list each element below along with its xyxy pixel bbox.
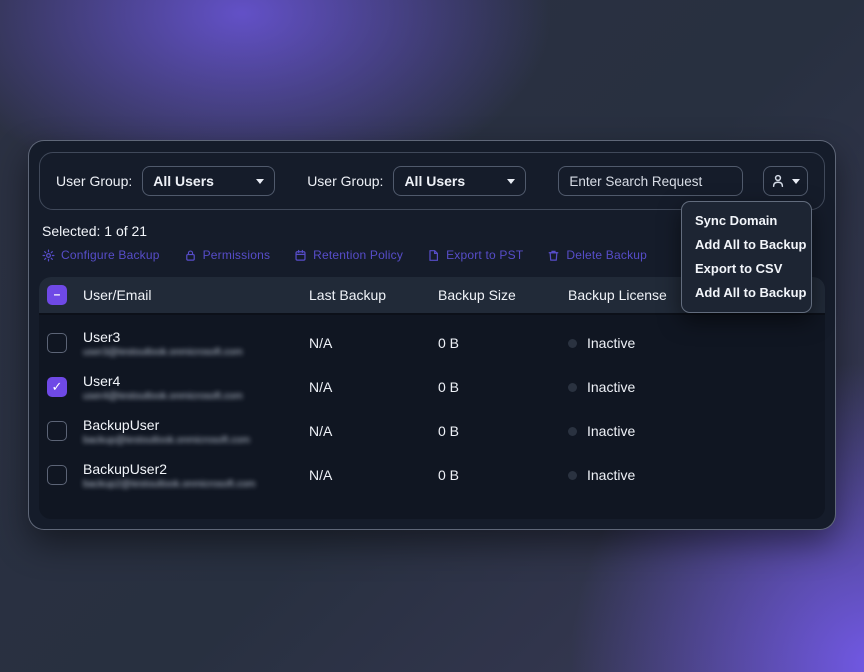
- user-menu-button[interactable]: [763, 166, 808, 196]
- user-group-label-1: User Group:: [56, 173, 132, 189]
- permissions-label: Permissions: [203, 248, 271, 262]
- search-box: [558, 166, 742, 196]
- users-table: User/Email Last Backup Backup Size Backu…: [39, 277, 825, 519]
- configure-backup-button[interactable]: Configure Backup: [42, 248, 160, 262]
- last-backup-value: N/A: [309, 467, 438, 483]
- user-group-select-1-value: All Users: [153, 173, 256, 189]
- chevron-down-icon: [507, 179, 515, 184]
- retention-policy-label: Retention Policy: [313, 248, 403, 262]
- last-backup-value: N/A: [309, 379, 438, 395]
- user-email-blurred: user3@testoutlook.onmicrosoft.com: [83, 347, 293, 358]
- user-email-blurred: backup2@testoutlook.onmicrosoft.com: [83, 479, 293, 490]
- status-dot: [568, 471, 577, 480]
- configure-backup-label: Configure Backup: [61, 248, 160, 262]
- status-dot: [568, 427, 577, 436]
- user-name: BackupUser2: [83, 461, 309, 477]
- chevron-down-icon: [792, 179, 800, 184]
- table-row[interactable]: User4 user4@testoutlook.onmicrosoft.com …: [39, 365, 825, 409]
- user-group-select-2-value: All Users: [404, 173, 507, 189]
- backup-size-value: 0 B: [438, 467, 568, 483]
- permissions-button[interactable]: Permissions: [184, 248, 271, 262]
- row-checkbox[interactable]: [47, 465, 67, 485]
- user-group-select-2[interactable]: All Users: [393, 166, 526, 196]
- lock-icon: [184, 249, 197, 262]
- user-name: User3: [83, 329, 309, 345]
- user-email-blurred: user4@testoutlook.onmicrosoft.com: [83, 391, 293, 402]
- trash-icon: [547, 249, 560, 262]
- backup-size-value: 0 B: [438, 335, 568, 351]
- user-name: BackupUser: [83, 417, 309, 433]
- row-checkbox[interactable]: [47, 421, 67, 441]
- menu-item-add-all-to-backup-2[interactable]: Add All to Backup: [682, 281, 811, 305]
- table-row[interactable]: BackupUser backup@testoutlook.onmicrosof…: [39, 409, 825, 453]
- select-all-checkbox[interactable]: [47, 285, 67, 305]
- delete-backup-button[interactable]: Delete Backup: [547, 248, 647, 262]
- status-dot: [568, 339, 577, 348]
- license-status: Inactive: [587, 467, 635, 483]
- backup-users-panel: User Group: All Users User Group: All Us…: [28, 140, 836, 530]
- user-group-select-1[interactable]: All Users: [142, 166, 275, 196]
- user-icon: [770, 173, 786, 189]
- license-status: Inactive: [587, 379, 635, 395]
- retention-policy-button[interactable]: Retention Policy: [294, 248, 403, 262]
- user-group-label-2: User Group:: [307, 173, 383, 189]
- user-menu-dropdown: Sync Domain Add All to Backup Export to …: [681, 201, 812, 313]
- column-header-user-email: User/Email: [83, 287, 309, 303]
- column-header-backup-size: Backup Size: [438, 287, 568, 303]
- row-checkbox[interactable]: [47, 333, 67, 353]
- table-row[interactable]: BackupUser2 backup2@testoutlook.onmicros…: [39, 453, 825, 497]
- column-header-last-backup: Last Backup: [309, 287, 438, 303]
- backup-size-value: 0 B: [438, 379, 568, 395]
- last-backup-value: N/A: [309, 423, 438, 439]
- table-row[interactable]: User3 user3@testoutlook.onmicrosoft.com …: [39, 321, 825, 365]
- status-dot: [568, 383, 577, 392]
- delete-backup-label: Delete Backup: [566, 248, 647, 262]
- menu-item-export-to-csv[interactable]: Export to CSV: [682, 257, 811, 281]
- table-body: User3 user3@testoutlook.onmicrosoft.com …: [39, 315, 825, 519]
- row-checkbox[interactable]: [47, 377, 67, 397]
- backup-size-value: 0 B: [438, 423, 568, 439]
- license-status: Inactive: [587, 423, 635, 439]
- menu-item-add-all-to-backup[interactable]: Add All to Backup: [682, 233, 811, 257]
- export-to-pst-label: Export to PST: [446, 248, 523, 262]
- chevron-down-icon: [256, 179, 264, 184]
- user-name: User4: [83, 373, 309, 389]
- gear-icon: [42, 249, 55, 262]
- menu-item-sync-domain[interactable]: Sync Domain: [682, 209, 811, 233]
- license-status: Inactive: [587, 335, 635, 351]
- last-backup-value: N/A: [309, 335, 438, 351]
- document-icon: [427, 249, 440, 262]
- search-input[interactable]: [559, 167, 742, 195]
- retention-icon: [294, 249, 307, 262]
- user-email-blurred: backup@testoutlook.onmicrosoft.com: [83, 435, 293, 446]
- export-to-pst-button[interactable]: Export to PST: [427, 248, 523, 262]
